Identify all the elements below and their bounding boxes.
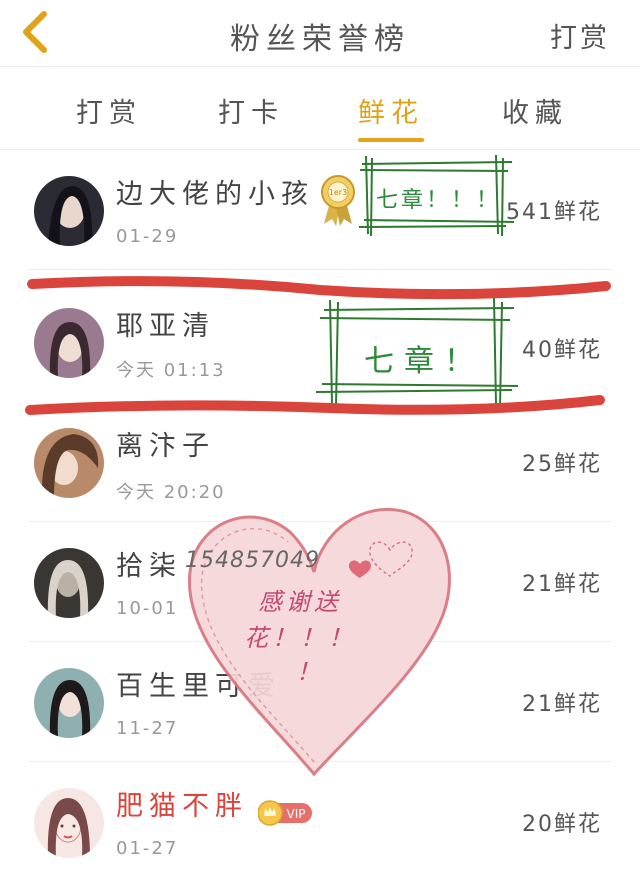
reward-button[interactable]: 打赏 bbox=[550, 16, 610, 55]
flower-count: 541鲜花 bbox=[506, 200, 602, 225]
heart-text: ！ bbox=[296, 658, 324, 686]
flower-count: 40鲜花 bbox=[522, 338, 602, 363]
flower-count: 25鲜花 bbox=[522, 452, 602, 477]
avatar bbox=[34, 788, 104, 858]
rosette-medal-icon: 1er3 bbox=[321, 175, 355, 226]
flower-count: 20鲜花 bbox=[522, 812, 602, 837]
fan-name: 拾柒 bbox=[116, 551, 182, 582]
tab-bar: 打赏 打卡 鲜花 收藏 bbox=[0, 67, 640, 150]
crown-vip-icon: VIP bbox=[258, 800, 312, 826]
fan-name: 肥猫不胖 bbox=[116, 791, 248, 822]
active-tab-indicator bbox=[358, 138, 424, 142]
avatar bbox=[34, 308, 104, 378]
avatar bbox=[34, 548, 104, 618]
tab-flowers[interactable]: 鲜花 bbox=[358, 91, 424, 130]
heart-text: 花！！！ bbox=[244, 624, 356, 652]
flower-count: 21鲜花 bbox=[522, 692, 602, 717]
fan-date: 今天 20:20 bbox=[116, 482, 226, 503]
fan-date: 10-01 bbox=[116, 598, 179, 619]
list-item[interactable]: 边大佬的小孩 1er3 01-29 541鲜花 bbox=[0, 150, 640, 270]
fan-date: 今天 01:13 bbox=[116, 360, 226, 381]
divider bbox=[28, 269, 612, 270]
heart-text: 感谢送 bbox=[258, 588, 342, 616]
fan-name: 离汴子 bbox=[116, 431, 215, 462]
tab-reward[interactable]: 打赏 bbox=[76, 91, 142, 130]
fan-date: 01-27 bbox=[116, 838, 179, 859]
tab-checkin[interactable]: 打卡 bbox=[218, 91, 284, 130]
stamp-text: 七章！ bbox=[364, 344, 484, 379]
header: 粉丝荣誉榜 打赏 bbox=[0, 0, 640, 67]
tab-favorites[interactable]: 收藏 bbox=[502, 91, 568, 130]
avatar bbox=[34, 176, 104, 246]
svg-text:1er3: 1er3 bbox=[329, 188, 347, 197]
fan-name: 边大佬的小孩 bbox=[116, 179, 314, 210]
avatar bbox=[34, 428, 104, 498]
fan-date: 01-29 bbox=[116, 226, 179, 247]
avatar bbox=[34, 668, 104, 738]
page-title: 粉丝荣誉榜 bbox=[230, 22, 410, 57]
stamp-text: 七章！！！ bbox=[376, 188, 502, 213]
id-number: 154857049 bbox=[185, 548, 320, 573]
list-item[interactable]: 离汴子 今天 20:20 25鲜花 bbox=[0, 402, 640, 522]
svg-text:VIP: VIP bbox=[287, 807, 306, 821]
fan-name: 耶亚清 bbox=[116, 311, 215, 342]
flower-count: 21鲜花 bbox=[522, 572, 602, 597]
list-item[interactable]: 肥猫不胖 VIP 01-27 20鲜花 bbox=[0, 762, 640, 882]
fan-date: 11-27 bbox=[116, 718, 179, 739]
fan-name: 百生里可爱 bbox=[116, 671, 281, 702]
